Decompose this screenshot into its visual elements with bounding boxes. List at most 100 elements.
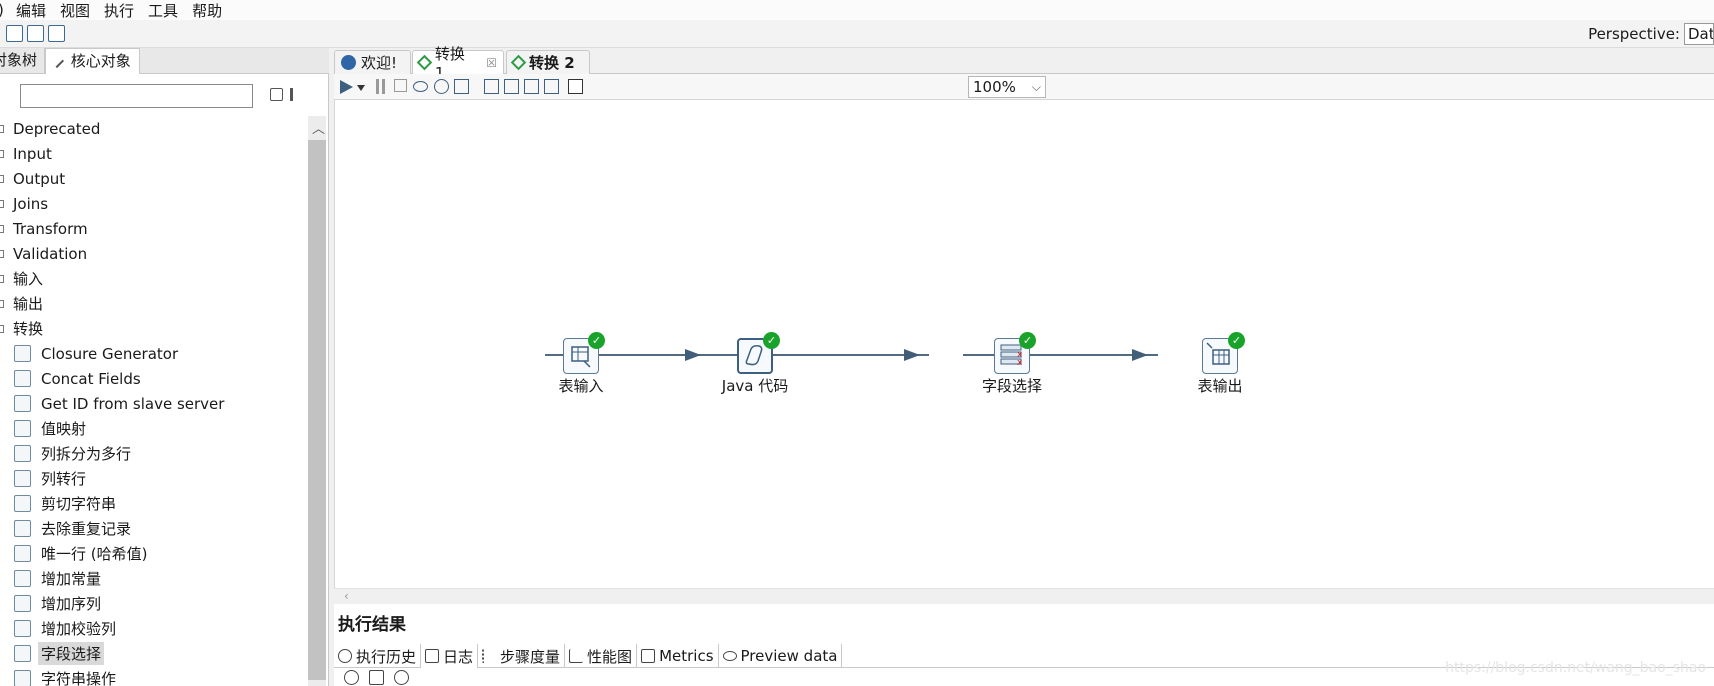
design-panel: 对象树 核心对象 Deprecated Input Output Joins T… — [0, 48, 329, 686]
tree-category[interactable]: Joins — [0, 191, 312, 216]
run-icon[interactable] — [340, 80, 353, 94]
eye-icon — [722, 651, 737, 661]
menu-run[interactable]: 执行 — [104, 0, 134, 21]
save-as-icon[interactable] — [48, 25, 65, 42]
tree-category[interactable]: 输入 — [0, 266, 312, 291]
menu-edit[interactable]: 编辑 — [16, 0, 46, 21]
chart-icon — [569, 649, 584, 663]
unique-hash-icon — [14, 545, 31, 562]
step-label: Get ID from slave server — [41, 394, 225, 413]
gear-icon[interactable] — [394, 670, 409, 685]
explore-icon[interactable] — [6, 25, 23, 42]
status-ok-icon: ✓ — [588, 332, 605, 349]
tab-transform-1[interactable]: 转换 1 ☒ — [412, 45, 504, 82]
run-options-dropdown-icon[interactable] — [357, 85, 365, 91]
collapse-icon[interactable] — [344, 670, 359, 685]
tab-performance-graph[interactable]: 性能图 — [565, 644, 638, 668]
tree-step[interactable]: 去除重复记录 — [0, 516, 312, 541]
tab-object-tree-label: 对象树 — [0, 51, 38, 69]
tree-step[interactable]: 值映射 — [0, 416, 312, 441]
tree-step[interactable]: 增加校验列 — [0, 616, 312, 641]
scroll-left-icon[interactable]: ‹ — [344, 589, 349, 603]
status-ok-icon: ✓ — [1228, 332, 1245, 349]
tree-step-selected[interactable]: 字段选择 — [0, 641, 312, 666]
trash-icon[interactable] — [369, 670, 384, 685]
tab-core-objects[interactable]: 核心对象 — [45, 48, 140, 74]
tab-core-objects-label: 核心对象 — [70, 52, 131, 70]
transformation-canvas[interactable]: ✓ 表输入 ✓ Java 代码 xx ✓ 字段选择 ✓ 表输出 — [334, 100, 1714, 588]
editor-tabs: 欢迎! 转换 1 ☒ 转换 2 — [334, 45, 1714, 82]
show-results-icon[interactable] — [568, 79, 583, 94]
tree-category[interactable]: Transform — [0, 216, 312, 241]
tree-step[interactable]: 增加序列 — [0, 591, 312, 616]
chevron-down-icon: ⌵ — [1031, 80, 1041, 94]
tree-step[interactable]: 列拆分为多行 — [0, 441, 312, 466]
close-tab-icon[interactable]: ☒ — [486, 56, 497, 70]
perspective-value[interactable]: Dat — [1684, 23, 1714, 45]
tree-category[interactable]: 输出 — [0, 291, 312, 316]
step-label: 列转行 — [41, 470, 87, 488]
replay-icon[interactable] — [454, 79, 469, 94]
tab-label: 执行历史 — [356, 647, 417, 666]
scroll-up-icon[interactable]: ︿ — [312, 118, 325, 137]
tab-metrics[interactable]: Metrics — [637, 644, 719, 668]
sql-icon[interactable] — [524, 79, 539, 94]
category-label: 输出 — [13, 295, 44, 313]
tab-object-tree[interactable]: 对象树 — [0, 48, 45, 74]
expand-icon — [0, 149, 4, 158]
canvas-horizontal-scrollbar[interactable]: ‹ — [334, 588, 1714, 604]
history-icon — [338, 649, 352, 663]
stop-icon[interactable] — [394, 79, 407, 92]
collapse-all-icon[interactable] — [270, 88, 283, 101]
menu-help[interactable]: 帮助 — [192, 0, 222, 21]
tree-step[interactable]: 列转行 — [0, 466, 312, 491]
add-constant-icon — [14, 570, 31, 587]
left-panel-tabs: 对象树 核心对象 — [0, 48, 329, 74]
tab-execution-history[interactable]: 执行历史 — [334, 644, 422, 668]
menu-tools[interactable]: 工具 — [148, 0, 178, 21]
explore-db-icon[interactable] — [544, 79, 559, 94]
tab-step-metrics[interactable]: 步骤度量 — [478, 644, 566, 668]
expand-icon — [0, 274, 4, 283]
tab-welcome[interactable]: 欢迎! — [334, 50, 411, 74]
preview-icon[interactable] — [413, 81, 428, 92]
svg-text:x: x — [1017, 358, 1023, 368]
tab-preview-data[interactable]: Preview data — [719, 644, 843, 668]
tree-step[interactable]: 剪切字符串 — [0, 491, 312, 516]
tree-category[interactable]: Input — [0, 141, 312, 166]
tree-category[interactable]: 转换 — [0, 316, 312, 341]
canvas-toolbar: 100% ⌵ — [334, 74, 1714, 100]
verify-icon[interactable] — [484, 79, 499, 94]
tree-category[interactable]: Output — [0, 166, 312, 191]
tab-logging[interactable]: 日志 — [421, 644, 479, 668]
tree-step[interactable]: Concat Fields — [0, 366, 312, 391]
perspective-switcher[interactable]: Perspective: Dat — [1588, 23, 1714, 45]
tree-step[interactable]: 唯一行 (哈希值) — [0, 541, 312, 566]
scroll-thumb[interactable] — [308, 140, 326, 680]
expand-icon — [0, 124, 4, 133]
impact-icon[interactable] — [504, 79, 519, 94]
tree-step[interactable]: Closure Generator — [0, 341, 312, 366]
step-label: 字段选择 — [981, 377, 1042, 395]
step-label: 表输入 — [558, 377, 604, 395]
tree-step[interactable]: Get ID from slave server — [0, 391, 312, 416]
step-label: 表输出 — [1197, 377, 1243, 395]
tree-category[interactable]: Validation — [0, 241, 312, 266]
menu-view[interactable]: 视图 — [60, 0, 90, 21]
pause-icon[interactable] — [376, 79, 385, 94]
collapse-icon — [0, 324, 4, 333]
tree-category[interactable]: Deprecated — [0, 116, 312, 141]
debug-icon[interactable] — [434, 79, 449, 94]
zoom-select[interactable]: 100% ⌵ — [968, 76, 1046, 98]
hop-select-to-table-output[interactable] — [963, 354, 1158, 356]
tree-scrollbar[interactable]: ︿ — [308, 116, 326, 686]
tree-step[interactable]: 字符串操作 — [0, 666, 312, 686]
step-search-input[interactable] — [20, 84, 253, 108]
tree-step[interactable]: 增加常量 — [0, 566, 312, 591]
expand-all-icon[interactable] — [290, 88, 306, 101]
tab-transform-2[interactable]: 转换 2 — [506, 50, 590, 74]
log-icon — [425, 649, 440, 663]
execution-results-title: 执行结果 — [338, 615, 406, 635]
step-label: 值映射 — [41, 420, 87, 438]
save-icon[interactable] — [27, 25, 44, 42]
